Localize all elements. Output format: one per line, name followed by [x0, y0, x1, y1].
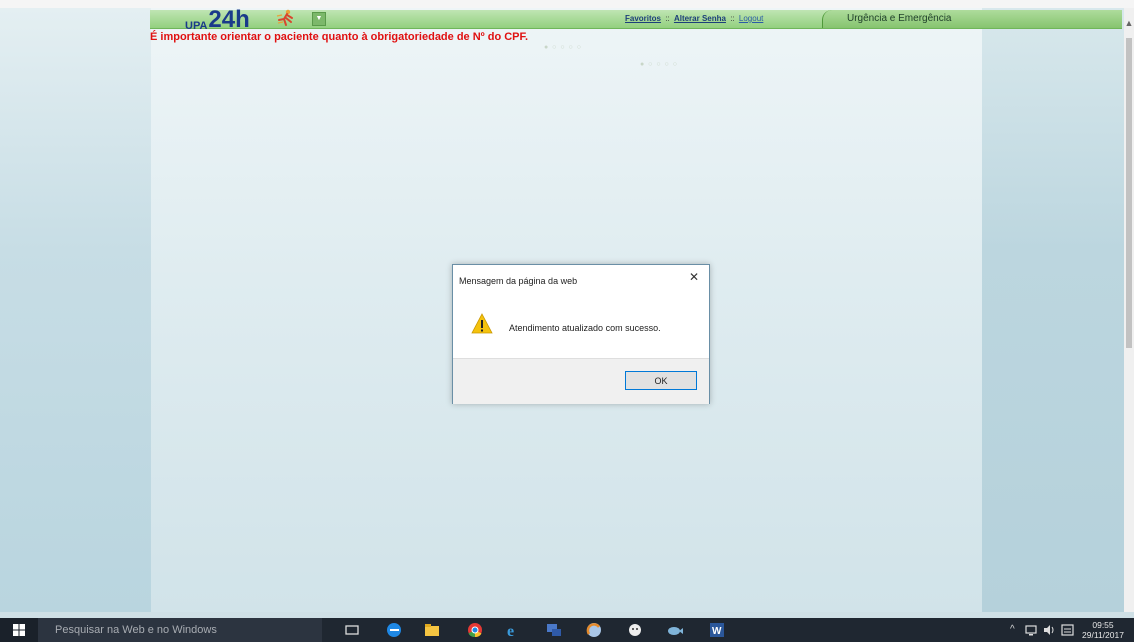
link-separator: ::	[730, 14, 735, 23]
network-app-icon[interactable]	[545, 621, 563, 639]
page-right-panel	[982, 8, 1124, 612]
top-edge	[0, 0, 1134, 8]
app-circle-icon[interactable]	[585, 621, 603, 639]
top-links: Favoritos :: Alterar Senha :: Logout	[625, 14, 763, 23]
close-icon[interactable]: ✕	[689, 270, 699, 284]
tray-chevron-icon[interactable]: ^	[1010, 618, 1015, 642]
clock-time: 09:55	[1092, 620, 1114, 630]
link-separator: ::	[665, 14, 670, 23]
dialog-footer: OK	[453, 358, 709, 404]
network-icon[interactable]	[1024, 622, 1040, 638]
task-view-icon[interactable]	[343, 621, 361, 639]
windows-logo-icon	[13, 624, 25, 636]
internet-explorer-icon[interactable]: e	[505, 621, 523, 639]
tab-urgencia-emergencia[interactable]: Urgência e Emergência	[822, 10, 1122, 28]
cpf-warning-message: É importante orientar o paciente quanto …	[150, 31, 529, 43]
link-favoritos[interactable]: Favoritos	[625, 14, 661, 23]
file-explorer-icon[interactable]	[423, 621, 441, 639]
clock-date: 29/11/2017	[1082, 630, 1124, 640]
fish-app-icon[interactable]	[666, 621, 684, 639]
taskbar-clock[interactable]: 09:55 29/11/2017	[1078, 620, 1128, 640]
edge-browser-icon[interactable]	[385, 621, 403, 639]
svg-text:e: e	[507, 623, 514, 639]
svg-text:W: W	[712, 626, 722, 637]
link-logout[interactable]: Logout	[739, 14, 763, 23]
message-dialog: Mensagem da página da web ✕ Atendimento …	[452, 264, 710, 404]
link-alterar-senha[interactable]: Alterar Senha	[674, 14, 726, 23]
upa-logo[interactable]: UPA 24h	[185, 6, 250, 33]
smiley-app-icon[interactable]	[626, 621, 644, 639]
ok-button[interactable]: OK	[625, 371, 697, 390]
progress-dots: ● ○ ○ ○ ○	[640, 61, 678, 68]
dialog-title: Mensagem da página da web	[459, 276, 578, 286]
word-icon[interactable]: W	[708, 621, 726, 639]
progress-dots: ● ○ ○ ○ ○	[544, 44, 582, 51]
dialog-message: Atendimento atualizado com sucesso.	[509, 323, 661, 333]
volume-icon[interactable]	[1042, 622, 1058, 638]
taskbar-search[interactable]: Pesquisar na Web e no Windows	[38, 618, 322, 642]
keyboard-icon[interactable]	[1060, 622, 1076, 638]
logo-main: 24h	[208, 6, 250, 33]
windows-taskbar: Pesquisar na Web e no Windows e W ^ 09:5…	[0, 618, 1134, 642]
scroll-up-icon[interactable]: ▲	[1124, 18, 1134, 28]
scroll-thumb[interactable]	[1126, 38, 1132, 348]
chevron-down-icon[interactable]: ▼	[312, 12, 326, 26]
carousel-dots-center[interactable]: ● ○ ○ ○ ○	[640, 61, 678, 68]
chrome-icon[interactable]	[466, 621, 484, 639]
running-figure-icon	[276, 9, 293, 26]
warning-icon	[471, 313, 493, 334]
vertical-scrollbar[interactable]: ▲	[1124, 8, 1134, 612]
start-button[interactable]	[0, 618, 38, 642]
carousel-dots-top[interactable]: ● ○ ○ ○ ○	[544, 44, 582, 51]
page-left-panel	[0, 8, 151, 612]
